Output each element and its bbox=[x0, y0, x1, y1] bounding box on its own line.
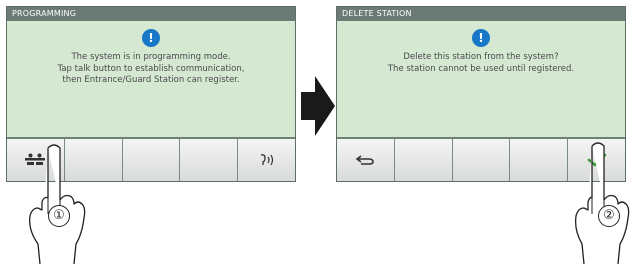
empty-button[interactable] bbox=[122, 139, 180, 181]
screen-title: PROGRAMMING bbox=[7, 7, 295, 21]
pointing-hand-icon bbox=[29, 144, 86, 264]
message-area: ! The system is in programming mode. Tap… bbox=[7, 21, 295, 137]
empty-button[interactable] bbox=[180, 139, 238, 181]
back-button[interactable] bbox=[337, 139, 394, 181]
pointing-hand-icon bbox=[574, 142, 630, 264]
info-icon: ! bbox=[472, 29, 490, 47]
message-area: ! Delete this station from the system? T… bbox=[337, 21, 625, 137]
screen-title: DELETE STATION bbox=[337, 7, 625, 21]
empty-button[interactable] bbox=[510, 139, 568, 181]
empty-button[interactable] bbox=[394, 139, 452, 181]
back-icon bbox=[356, 155, 375, 165]
talk-button[interactable] bbox=[238, 139, 295, 181]
step-1-label: ① bbox=[48, 205, 70, 227]
next-step-arrow-icon bbox=[301, 76, 335, 136]
message-text: The system is in programming mode. Tap t… bbox=[57, 52, 245, 85]
empty-button[interactable] bbox=[452, 139, 510, 181]
step-2-label: ② bbox=[598, 205, 620, 227]
message-text: Delete this station from the system? The… bbox=[387, 52, 575, 74]
talk-icon bbox=[260, 154, 273, 166]
info-icon: ! bbox=[142, 29, 160, 47]
